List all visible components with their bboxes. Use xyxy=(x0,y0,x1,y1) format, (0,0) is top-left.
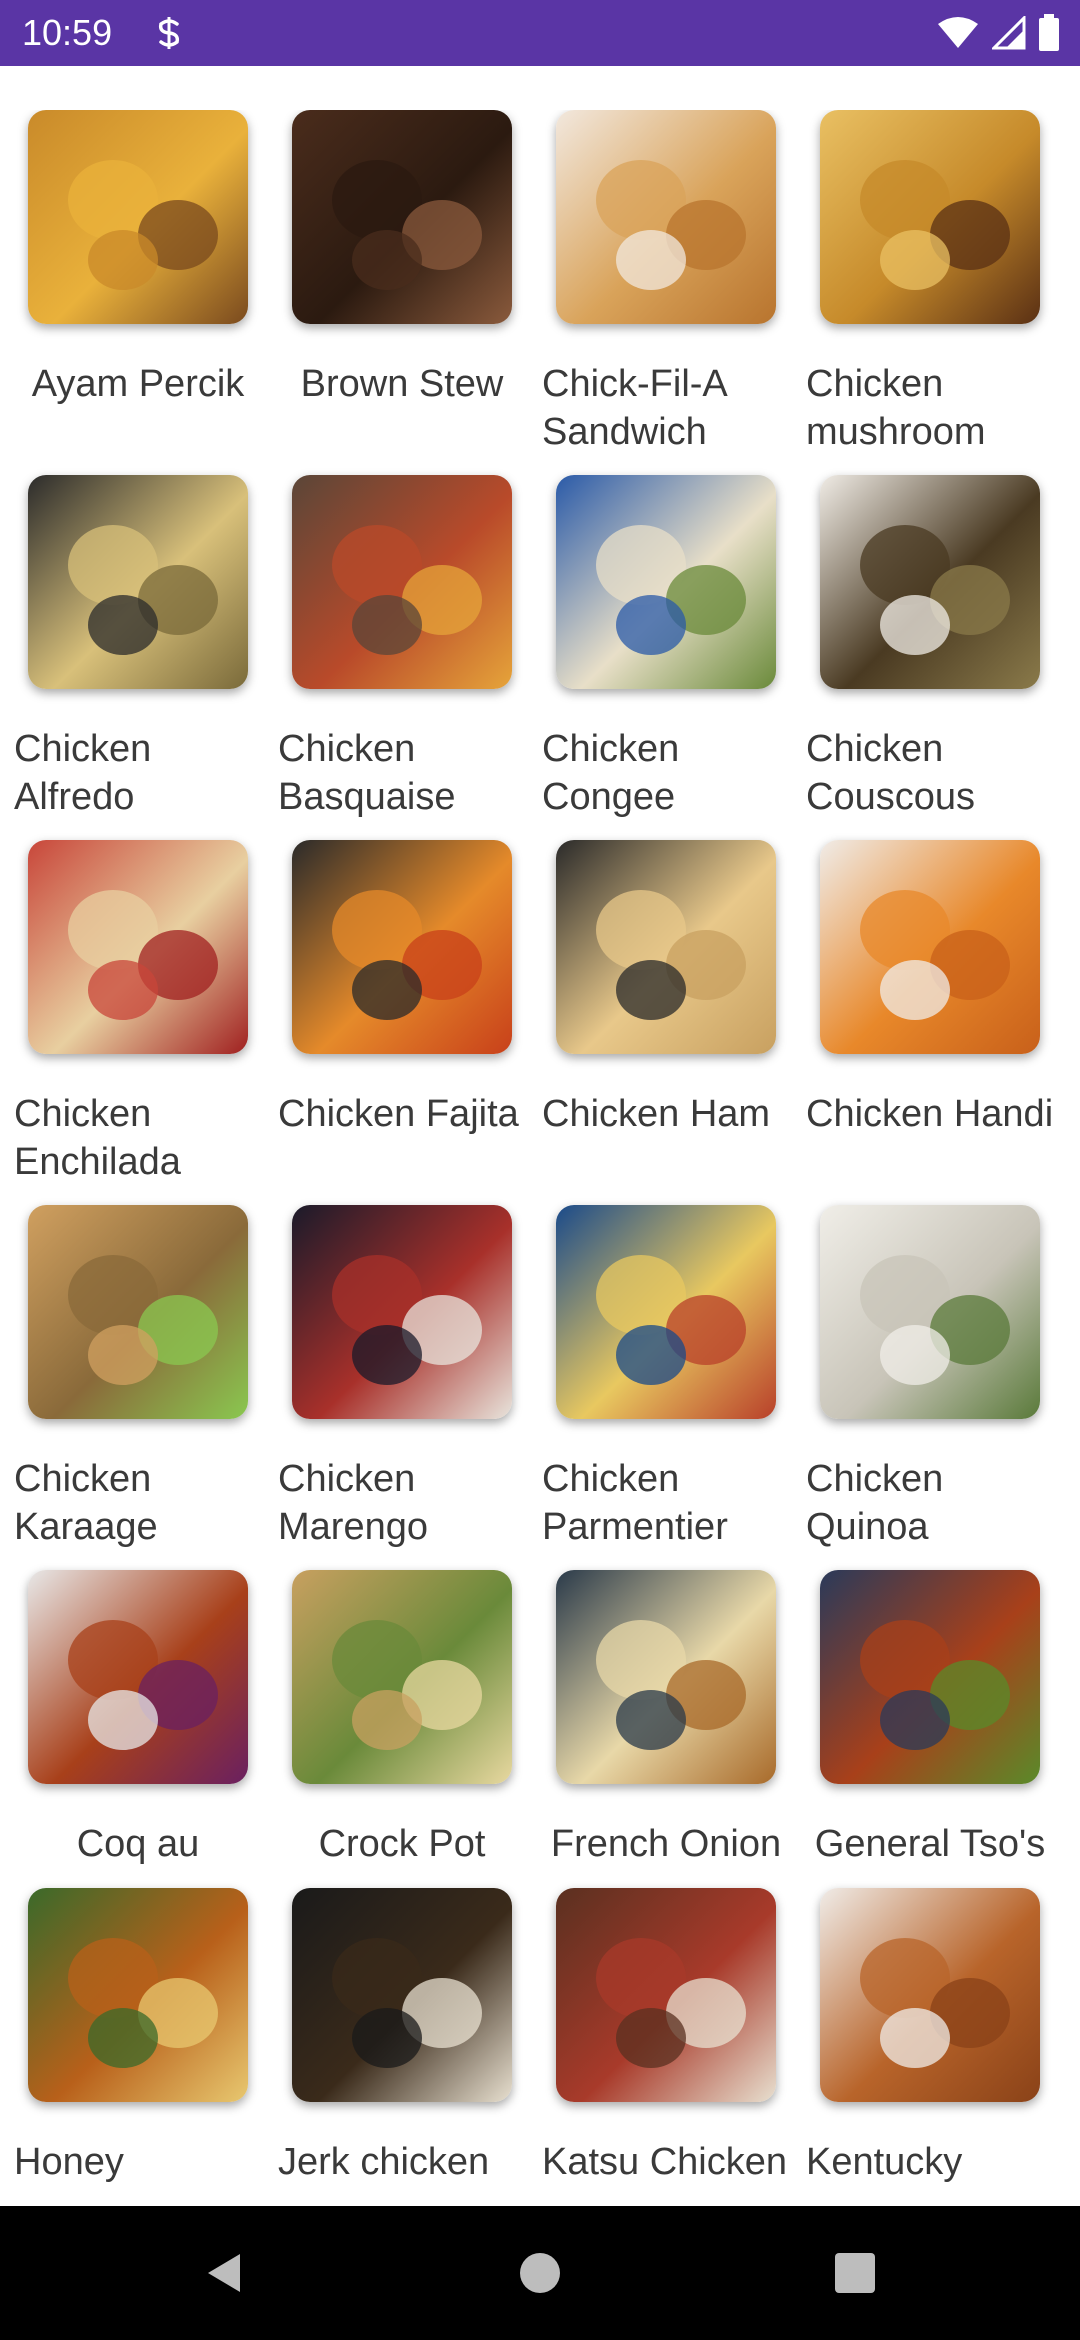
recipe-image[interactable] xyxy=(556,1205,776,1419)
recipe-grid: Ayam Percik Brown Stew Chick-Fil-A Sandwic… xyxy=(0,110,1080,2206)
recipe-name: Crock Pot xyxy=(318,1823,486,1865)
recipe-image[interactable] xyxy=(820,1205,1040,1419)
recipe-name: Chicken Congee xyxy=(542,728,680,818)
recipe-name: Chicken Quinoa xyxy=(806,1458,944,1548)
recipe-name: Chicken Fajita xyxy=(278,1093,519,1135)
recipe-name: Chicken Couscous xyxy=(806,728,975,818)
navigation-bar xyxy=(0,2206,1080,2340)
recipe-image[interactable] xyxy=(820,1888,1040,2102)
recipe-card[interactable]: Kentucky xyxy=(792,1888,1056,2206)
recipe-image[interactable] xyxy=(820,1570,1040,1784)
recipe-image[interactable] xyxy=(556,1570,776,1784)
signal-icon xyxy=(992,16,1026,50)
recipe-name: Chicken Parmentier xyxy=(542,1458,728,1548)
battery-icon xyxy=(1038,14,1060,52)
recipe-name: Chicken Basquaise xyxy=(278,728,456,818)
recipe-card[interactable]: Chicken Enchilada xyxy=(0,840,264,1205)
recents-icon[interactable] xyxy=(828,2246,882,2300)
status-icons xyxy=(936,12,1060,54)
recipe-card[interactable]: Chicken Handi xyxy=(792,840,1056,1205)
recipe-name: Brown Stew xyxy=(300,363,504,405)
recipe-card[interactable]: General Tso's xyxy=(792,1570,1056,1935)
recipe-name: Chicken Handi xyxy=(806,1093,1054,1135)
recipe-card[interactable]: Chicken Couscous xyxy=(792,475,1056,840)
recipe-card[interactable]: Coq au xyxy=(0,1570,264,1935)
recipe-image[interactable] xyxy=(28,110,248,324)
recipe-name: Katsu Chicken xyxy=(542,2141,788,2183)
recipe-image[interactable] xyxy=(28,1888,248,2102)
recipe-image[interactable] xyxy=(292,840,512,1054)
recipe-image[interactable] xyxy=(28,1205,248,1419)
recipe-card[interactable]: Chicken Basquaise xyxy=(264,475,528,840)
recipe-name: French Onion xyxy=(550,1823,782,1865)
recipe-name: Chicken Karaage xyxy=(14,1458,158,1548)
status-time: 10:59 xyxy=(22,12,113,53)
back-icon[interactable] xyxy=(198,2246,252,2300)
recipe-card[interactable]: Chick-Fil-A Sandwich xyxy=(528,110,792,475)
wifi-icon xyxy=(936,16,980,50)
recipe-name: General Tso's xyxy=(814,1823,1046,1865)
recipe-image[interactable] xyxy=(820,475,1040,689)
home-icon[interactable] xyxy=(513,2246,567,2300)
recipe-card[interactable]: Chicken Karaage xyxy=(0,1205,264,1570)
recipe-card[interactable]: Chicken Fajita xyxy=(264,840,528,1205)
recipe-name: Ayam Percik xyxy=(31,363,245,405)
recipe-image[interactable] xyxy=(28,475,248,689)
status-bar: 10:59 xyxy=(0,0,1080,66)
recipe-name: Honey xyxy=(14,2141,124,2183)
recipe-card[interactable]: Chicken Ham xyxy=(528,840,792,1205)
recipe-card[interactable]: Chicken mushroom xyxy=(792,110,1056,475)
recipe-name: Chicken Alfredo xyxy=(14,728,152,818)
recipe-name: Coq au xyxy=(76,1823,200,1865)
recipe-card[interactable]: Chicken Alfredo xyxy=(0,475,264,840)
recipe-image[interactable] xyxy=(292,1205,512,1419)
recipe-image[interactable] xyxy=(556,110,776,324)
recipe-name: Chicken Ham xyxy=(542,1093,771,1135)
recipe-image[interactable] xyxy=(28,840,248,1054)
recipe-image[interactable] xyxy=(292,110,512,324)
recipe-card[interactable]: French Onion xyxy=(528,1570,792,1935)
recipe-name: Jerk chicken xyxy=(278,2141,490,2183)
recipe-image[interactable] xyxy=(292,475,512,689)
recipe-card[interactable]: Chicken Parmentier xyxy=(528,1205,792,1570)
recipe-image[interactable] xyxy=(820,110,1040,324)
recipe-card[interactable]: Chicken Quinoa xyxy=(792,1205,1056,1570)
recipe-card[interactable]: Katsu Chicken xyxy=(528,1888,792,2206)
recipe-image[interactable] xyxy=(556,840,776,1054)
recipe-card[interactable]: Honey xyxy=(0,1888,264,2206)
recipe-card[interactable]: Ayam Percik xyxy=(0,110,264,475)
recipe-image[interactable] xyxy=(556,1888,776,2102)
recipe-card[interactable]: Crock Pot xyxy=(264,1570,528,1935)
s-notification-icon xyxy=(150,14,188,52)
recipe-card[interactable]: Brown Stew xyxy=(264,110,528,475)
recipe-card[interactable]: Jerk chicken xyxy=(264,1888,528,2206)
recipe-image[interactable] xyxy=(820,840,1040,1054)
recipe-name: Chicken Enchilada xyxy=(14,1093,181,1183)
recipe-name: Chicken mushroom xyxy=(806,363,986,453)
recipe-image[interactable] xyxy=(292,1570,512,1784)
recipe-name: Chick-Fil-A Sandwich xyxy=(542,363,726,453)
recipe-card[interactable]: Chicken Congee xyxy=(528,475,792,840)
recipe-name: Chicken Marengo xyxy=(278,1458,428,1548)
recipe-image[interactable] xyxy=(292,1888,512,2102)
recipe-card[interactable]: Chicken Marengo xyxy=(264,1205,528,1570)
recipe-name: Kentucky xyxy=(806,2141,963,2183)
recipe-image[interactable] xyxy=(28,1570,248,1784)
recipe-image[interactable] xyxy=(556,475,776,689)
